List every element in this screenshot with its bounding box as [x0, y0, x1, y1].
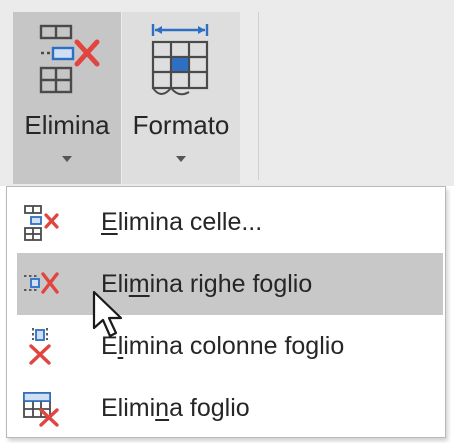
delete-cells-small-icon — [24, 205, 59, 241]
format-cells-icon — [151, 24, 209, 96]
menu-item-delete-sheet[interactable]: Elimina foglio — [17, 377, 443, 439]
chevron-down-icon — [62, 156, 72, 162]
format-dropdown-button[interactable]: Formato — [122, 12, 240, 184]
menu-item-delete-sheet-columns[interactable]: Elimina colonne foglio — [17, 315, 443, 377]
delete-dropdown-menu: Elimina celle... Elimina righe foglio El… — [6, 186, 446, 438]
chevron-down-icon — [176, 156, 186, 162]
delete-cells-icon — [39, 24, 100, 94]
delete-rows-icon — [24, 272, 59, 294]
menu-item-label: Elimina colonne foglio — [101, 331, 345, 360]
delete-button-label: Elimina — [24, 110, 110, 140]
ribbon-cells-group: Elimina Formato — [0, 0, 454, 186]
menu-item-label: Elimina foglio — [101, 393, 250, 422]
mouse-pointer-icon — [92, 290, 123, 338]
delete-columns-icon — [29, 328, 51, 365]
menu-item-delete-cells[interactable]: Elimina celle... — [17, 191, 443, 253]
ribbon-divider — [258, 12, 259, 180]
menu-item-delete-sheet-rows[interactable]: Elimina righe foglio — [17, 253, 443, 315]
menu-item-label: Elimina celle... — [101, 207, 263, 236]
format-button-label: Formato — [132, 110, 230, 140]
menu-item-label: Elimina righe foglio — [101, 269, 313, 298]
delete-dropdown-button[interactable]: Elimina — [13, 12, 121, 184]
delete-sheet-icon — [23, 392, 59, 427]
